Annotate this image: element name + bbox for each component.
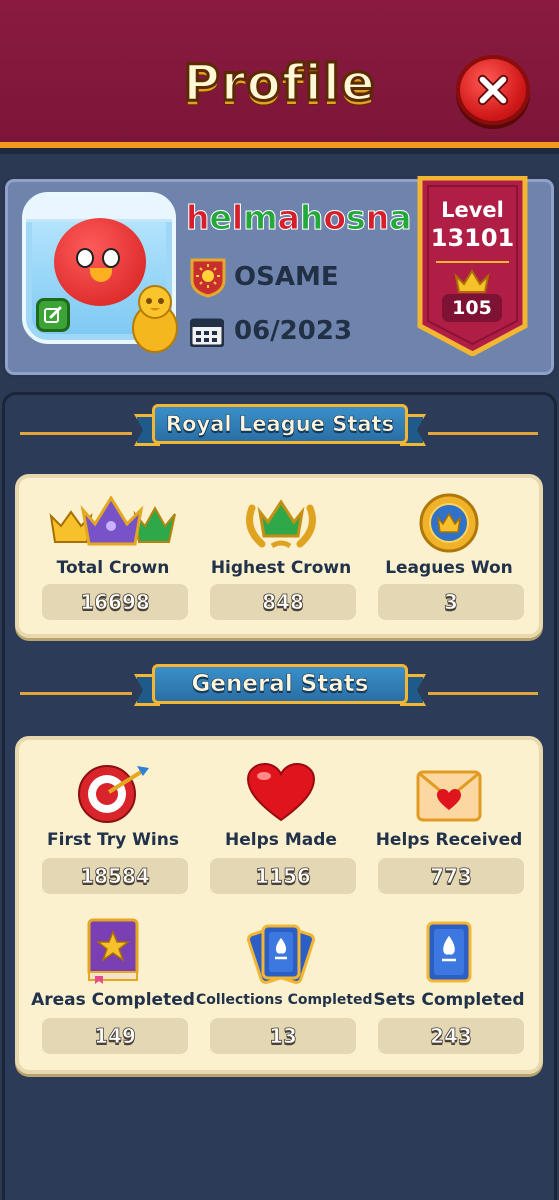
- stat-value: 18584: [42, 858, 188, 894]
- edit-icon: [44, 306, 62, 323]
- general-stats-ribbon: General Stats: [134, 664, 426, 710]
- crown-icon: [454, 269, 490, 293]
- stat-value: 848: [210, 584, 356, 620]
- stat-value: 243: [378, 1018, 524, 1054]
- calendar-icon: [190, 318, 224, 347]
- section-title-royal-league: Royal League Stats: [165, 412, 395, 437]
- heart-envelope-icon: [416, 770, 482, 822]
- laurel-crown-icon: [246, 499, 316, 549]
- close-icon: [477, 74, 509, 106]
- royal-league-ribbon: Royal League Stats: [134, 404, 426, 450]
- heart-icon: [246, 762, 316, 822]
- stat-value: 1156: [210, 858, 356, 894]
- stat-label: Total Crown: [56, 558, 170, 578]
- edit-avatar-button[interactable]: [36, 298, 70, 332]
- stat-label: Highest Crown: [210, 558, 352, 578]
- stat-label: Sets Completed: [373, 990, 525, 1010]
- card-fan-icon: [246, 924, 316, 984]
- league-medal-icon: [419, 493, 479, 553]
- stat-label: Helps Made: [225, 830, 337, 850]
- stat-value: 149: [42, 1018, 188, 1054]
- stat-label: Collections Completed: [196, 992, 373, 1008]
- stat-value: 16698: [42, 584, 188, 620]
- level-label: Level: [441, 198, 504, 222]
- divider-line: [20, 692, 132, 695]
- section-title-general-stats: General Stats: [191, 671, 369, 698]
- book-icon: [87, 918, 139, 984]
- divider-line: [428, 692, 538, 695]
- divider-line: [20, 432, 132, 435]
- crowns-icon: [49, 496, 176, 546]
- stat-value: 3: [378, 584, 524, 620]
- general-stats-card: First Try Wins 18584 Helps Made 1156 Hel…: [15, 736, 543, 1074]
- stat-label: First Try Wins: [47, 830, 179, 850]
- join-date: 06/2023: [234, 316, 353, 346]
- team-sun-badge-icon[interactable]: [188, 256, 228, 298]
- golden-penguin-icon: [132, 285, 178, 353]
- stat-label: Helps Received: [375, 830, 523, 850]
- stat-value: 773: [378, 858, 524, 894]
- level-value: 13101: [430, 224, 515, 252]
- close-button[interactable]: [456, 55, 530, 125]
- username: helmahosna: [186, 198, 412, 238]
- crown-count: 105: [442, 294, 502, 322]
- stat-label: Areas Completed: [31, 990, 195, 1010]
- target-icon: [78, 765, 149, 823]
- card-icon: [426, 921, 472, 983]
- divider-line: [428, 432, 538, 435]
- team-name[interactable]: OSAME: [234, 262, 339, 292]
- stat-value: 13: [210, 1018, 356, 1054]
- stat-label: Leagues Won: [385, 558, 513, 578]
- royal-league-card: Total Crown 16698 Highest Crown 848 Leag…: [15, 474, 543, 638]
